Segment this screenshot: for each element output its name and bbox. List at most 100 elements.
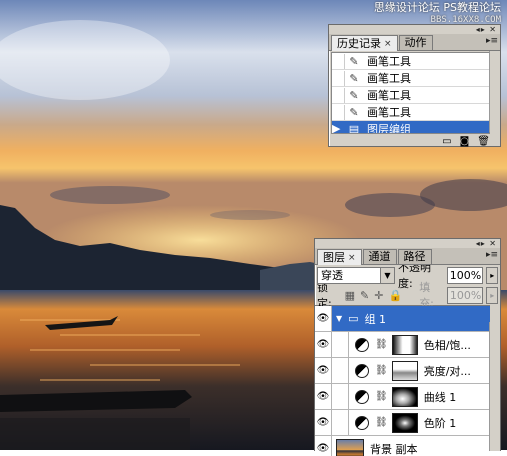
eye-icon[interactable]: 👁 (315, 332, 332, 357)
history-item-selected[interactable]: ▶ ▤ 图层编组 (332, 121, 489, 134)
brush-icon: ✎ (345, 89, 363, 102)
lock-transparency-icon[interactable]: ▦ (345, 289, 355, 302)
history-item-label: 图层编组 (363, 121, 411, 134)
layer-name: 组 1 (365, 311, 387, 327)
collapse-icon[interactable]: ◂▸ ✕ (476, 240, 497, 248)
tab-paths[interactable]: 路径 (398, 249, 432, 264)
opacity-input[interactable]: 100% (447, 267, 484, 284)
close-icon[interactable]: × (384, 37, 392, 51)
history-item[interactable]: ✎ 画笔工具 (332, 104, 489, 121)
indent-spacer (332, 410, 349, 435)
history-footer: ▭ ◙ 🗑 (329, 134, 500, 148)
layer-name: 曲线 1 (424, 389, 457, 405)
tab-channels-label: 通道 (369, 250, 391, 264)
blend-mode-value: 穿透 (321, 269, 343, 282)
layer-row-adjustment[interactable]: 👁 ⛓ 色阶 1 (315, 410, 490, 436)
history-item-label: 画笔工具 (363, 104, 411, 120)
new-document-from-state-icon[interactable]: ▭ (442, 136, 451, 147)
expand-triangle-icon[interactable]: ▼ (336, 314, 342, 323)
panel-menu-icon[interactable]: ▸≡ (486, 36, 498, 46)
adjustment-layer-icon (355, 364, 369, 378)
brush-icon: ✎ (345, 106, 363, 119)
tab-actions[interactable]: 动作 (399, 35, 433, 50)
history-item-label: 画笔工具 (363, 70, 411, 86)
layer-name: 色阶 1 (424, 415, 457, 431)
indent-spacer (332, 332, 349, 357)
adjustment-layer-icon (355, 390, 369, 404)
history-item[interactable]: ✎ 画笔工具 (332, 70, 489, 87)
tab-channels[interactable]: 通道 (363, 249, 397, 264)
folder-icon: ▭ (348, 312, 358, 325)
adjustment-layer-icon (355, 416, 369, 430)
tab-history[interactable]: 历史记录 × (331, 35, 398, 51)
layer-list: 👁 ▼ ▭ 组 1 👁 ⛓ 色相/饱... 👁 ⛓ 亮度/对... 👁 ⛓ (315, 305, 490, 456)
watermark: 思缘设计论坛 PS教程论坛 BBS.16XX8.COM (374, 2, 501, 26)
layer-thumbnail[interactable] (336, 439, 364, 456)
tab-history-label: 历史记录 (337, 37, 381, 51)
history-item[interactable]: ✎ 画笔工具 (332, 53, 489, 70)
blend-mode-select[interactable]: 穿透 ▼ (317, 267, 395, 284)
brush-icon: ✎ (345, 72, 363, 85)
link-icon[interactable]: ⛓ (375, 417, 388, 428)
eye-icon[interactable]: 👁 (315, 358, 332, 383)
layer-name: 亮度/对... (424, 363, 471, 379)
layers-tabs: 图层 × 通道 路径 ▸≡ (315, 248, 500, 265)
layers-titlebar[interactable]: ◂▸ ✕ (315, 239, 500, 248)
layer-name: 色相/饱... (424, 337, 471, 353)
close-icon[interactable]: × (348, 251, 356, 265)
layer-name: 背景 副本 (370, 441, 418, 456)
link-icon[interactable]: ⛓ (375, 365, 388, 376)
history-tabs: 历史记录 × 动作 ▸≡ (329, 34, 500, 51)
indent-spacer (332, 384, 349, 409)
chevron-down-icon: ▼ (380, 268, 394, 283)
link-icon[interactable]: ⛓ (375, 391, 388, 402)
lock-icons: ▦ ✎ ✛ 🔒 (345, 289, 403, 302)
history-panel: ◂▸ ✕ 历史记录 × 动作 ▸≡ ✎ 画笔工具 ✎ 画笔工具 ✎ 画笔工具 ✎ (328, 24, 501, 147)
eye-icon[interactable]: 👁 (315, 436, 332, 456)
new-snapshot-icon[interactable]: ◙ (460, 136, 470, 147)
lock-position-icon[interactable]: ✛ (374, 289, 383, 302)
eye-icon[interactable]: 👁 (315, 306, 332, 331)
tab-actions-label: 动作 (405, 36, 427, 50)
history-item-label: 画笔工具 (363, 53, 411, 69)
history-source-checkbox[interactable] (332, 54, 345, 69)
history-source-checkbox[interactable] (332, 71, 345, 86)
layer-mask-thumbnail[interactable] (392, 387, 418, 407)
layers-panel: ◂▸ ✕ 图层 × 通道 路径 ▸≡ 穿透 ▼ 不透明度: 100% ▸ 锁定:… (314, 238, 501, 451)
watermark-line1: 思缘设计论坛 PS教程论坛 (374, 2, 501, 14)
layer-mask-thumbnail[interactable] (392, 413, 418, 433)
layer-row-image[interactable]: 👁 背景 副本 (315, 436, 490, 456)
link-icon[interactable]: ⛓ (375, 339, 388, 350)
layer-row-adjustment[interactable]: 👁 ⛓ 亮度/对... (315, 358, 490, 384)
adjustment-layer-icon (355, 338, 369, 352)
indent-spacer (332, 358, 349, 383)
history-source-checkbox[interactable] (332, 88, 345, 103)
panel-menu-icon[interactable]: ▸≡ (486, 250, 498, 260)
lock-all-icon[interactable]: 🔒 (388, 289, 402, 302)
group-edit-icon: ▤ (345, 123, 363, 135)
collapse-icon[interactable]: ◂▸ ✕ (476, 26, 497, 34)
eye-icon[interactable]: 👁 (315, 384, 332, 409)
layers-scrollbar[interactable] (489, 322, 499, 451)
tab-layers[interactable]: 图层 × (317, 249, 362, 265)
layer-mask-thumbnail[interactable] (392, 335, 418, 355)
eye-icon[interactable]: 👁 (315, 410, 332, 435)
history-item-label: 画笔工具 (363, 87, 411, 103)
history-item[interactable]: ✎ 画笔工具 (332, 87, 489, 104)
history-titlebar[interactable]: ◂▸ ✕ (329, 25, 500, 34)
blend-opacity-row: 穿透 ▼ 不透明度: 100% ▸ (315, 265, 500, 285)
layer-row-group[interactable]: 👁 ▼ ▭ 组 1 (315, 306, 490, 332)
history-list: ✎ 画笔工具 ✎ 画笔工具 ✎ 画笔工具 ✎ 画笔工具 ▶ ▤ 图层编组 (331, 52, 490, 134)
tab-paths-label: 路径 (404, 250, 426, 264)
brush-icon: ✎ (345, 55, 363, 68)
history-scrollbar[interactable] (489, 51, 499, 132)
fill-slider-arrow-icon[interactable]: ▸ (486, 287, 498, 304)
layer-row-adjustment[interactable]: 👁 ⛓ 曲线 1 (315, 384, 490, 410)
layer-row-adjustment[interactable]: 👁 ⛓ 色相/饱... (315, 332, 490, 358)
lock-image-icon[interactable]: ✎ (360, 289, 369, 302)
opacity-slider-arrow-icon[interactable]: ▸ (486, 267, 498, 284)
history-source-checkbox[interactable] (332, 105, 345, 120)
trash-icon[interactable]: 🗑 (477, 136, 490, 147)
fill-input[interactable]: 100% (447, 287, 484, 304)
layer-mask-thumbnail[interactable] (392, 361, 418, 381)
